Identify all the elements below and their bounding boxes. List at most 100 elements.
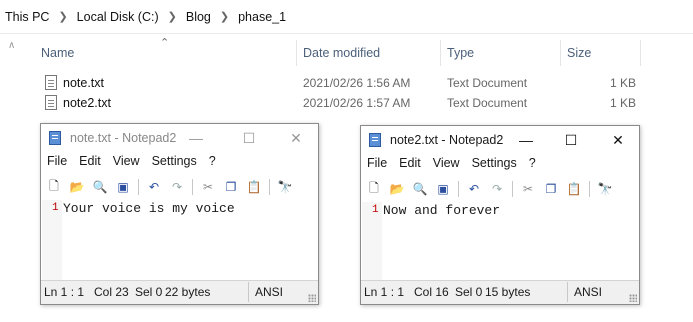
toolbar-separator [512, 181, 513, 197]
status-bar: Ln 1 : 1 Col 23 Sel 0 22 bytes ANSI [41, 280, 318, 304]
resize-grip-icon[interactable] [308, 294, 316, 302]
maximize-button[interactable]: ☐ [556, 129, 586, 151]
breadcrumb-blog[interactable]: Blog [186, 10, 211, 24]
minimize-button[interactable]: — [181, 127, 211, 149]
editor-text[interactable]: Now and forever [383, 203, 500, 218]
file-name: note2.txt [63, 96, 111, 110]
collapse-chevron-icon[interactable]: ∧ [8, 40, 15, 51]
menu-edit[interactable]: Edit [399, 156, 421, 176]
editor-area[interactable]: 1 Now and forever [362, 202, 638, 280]
menu-bar: File Edit View Settings ? [47, 154, 228, 174]
editor-area[interactable]: 1 Your voice is my voice [42, 200, 317, 280]
notepad-window-note2: note2.txt - Notepad2 — ☐ ✕ File Edit Vie… [360, 125, 640, 305]
sort-ascending-icon: ⌃ [160, 37, 170, 49]
line-number-gutter: 1 [362, 202, 382, 280]
editor-text[interactable]: Your voice is my voice [63, 201, 235, 216]
menu-file[interactable]: File [367, 156, 387, 176]
notepad-window-note: note.txt - Notepad2 — ☐ ✕ File Edit View… [40, 123, 319, 305]
menu-file[interactable]: File [47, 154, 67, 174]
new-file-icon[interactable]: 🗋 [45, 178, 63, 196]
menu-settings[interactable]: Settings [152, 154, 197, 174]
status-bar: Ln 1 : 1 Col 16 Sel 0 15 bytes ANSI [361, 280, 639, 304]
find-icon[interactable]: 🔭 [276, 178, 294, 196]
paste-icon[interactable]: 📋 [565, 180, 583, 198]
menu-help[interactable]: ? [529, 156, 536, 176]
menu-help[interactable]: ? [209, 154, 216, 174]
file-type: Text Document [447, 76, 528, 90]
copy-icon[interactable]: ❐ [542, 180, 560, 198]
toolbar-separator [589, 181, 590, 197]
open-folder-icon[interactable]: 📂 [388, 180, 406, 198]
cut-icon[interactable]: ✂ [199, 178, 217, 196]
column-size[interactable]: Size [567, 46, 591, 60]
status-divider [567, 282, 568, 302]
cut-icon[interactable]: ✂ [519, 180, 537, 198]
status-encoding[interactable]: ANSI [255, 285, 283, 299]
breadcrumb: This PC ❯ Local Disk (C:) ❯ Blog ❯ phase… [0, 0, 693, 34]
breadcrumb-local-disk[interactable]: Local Disk (C:) [77, 10, 159, 24]
line-number: 1 [372, 204, 379, 216]
line-number: 1 [52, 202, 59, 214]
close-button[interactable]: ✕ [603, 129, 633, 151]
toolbar: 🗋 📂 🔍 ▣ ↶ ↷ ✂ ❐ 📋 🔭 [45, 176, 299, 198]
status-position: Ln 1 : 1 [44, 285, 85, 299]
column-name[interactable]: Name [41, 46, 74, 60]
breadcrumb-this-pc[interactable]: This PC [5, 10, 49, 24]
menu-bar: File Edit View Settings ? [367, 156, 548, 176]
maximize-button[interactable]: ☐ [234, 127, 264, 149]
toolbar: 🗋 📂 🔍 ▣ ↶ ↷ ✂ ❐ 📋 🔭 [365, 178, 619, 200]
redo-icon[interactable]: ↷ [488, 180, 506, 198]
save-icon[interactable]: ▣ [434, 180, 452, 198]
resize-grip-icon[interactable] [629, 294, 637, 302]
undo-icon[interactable]: ↶ [145, 178, 163, 196]
column-divider[interactable] [296, 40, 297, 66]
browse-icon[interactable]: 🔍 [91, 178, 109, 196]
minimize-button[interactable]: — [511, 129, 541, 151]
save-icon[interactable]: ▣ [114, 178, 132, 196]
column-divider[interactable] [640, 40, 641, 66]
status-selection: Sel 0 [455, 285, 483, 299]
title-bar[interactable]: note.txt - Notepad2 — ☐ ✕ [41, 124, 318, 152]
menu-settings[interactable]: Settings [472, 156, 517, 176]
find-icon[interactable]: 🔭 [596, 180, 614, 198]
column-divider[interactable] [560, 40, 561, 66]
undo-icon[interactable]: ↶ [465, 180, 483, 198]
menu-view[interactable]: View [113, 154, 140, 174]
open-folder-icon[interactable]: 📂 [68, 178, 86, 196]
file-name: note.txt [63, 76, 104, 90]
window-title: note2.txt - Notepad2 [390, 133, 504, 147]
status-position: Ln 1 : 1 [364, 285, 405, 299]
file-size: 1 KB [610, 96, 637, 110]
menu-view[interactable]: View [433, 156, 460, 176]
text-file-icon [45, 95, 57, 110]
file-row[interactable]: note.txt 2021/02/26 1:56 AM Text Documen… [0, 73, 693, 93]
toolbar-separator [138, 179, 139, 195]
file-date: 2021/02/26 1:56 AM [303, 76, 411, 90]
status-bytes: 15 bytes [485, 285, 531, 299]
file-date: 2021/02/26 1:57 AM [303, 96, 411, 110]
new-file-icon[interactable]: 🗋 [365, 180, 383, 198]
column-date-modified[interactable]: Date modified [303, 46, 380, 60]
redo-icon[interactable]: ↷ [168, 178, 186, 196]
chevron-right-icon[interactable]: ❯ [58, 10, 67, 23]
chevron-right-icon[interactable]: ❯ [168, 10, 177, 23]
status-encoding[interactable]: ANSI [574, 285, 602, 299]
notepad-app-icon [369, 133, 381, 147]
close-button[interactable]: ✕ [281, 127, 311, 149]
copy-icon[interactable]: ❐ [222, 178, 240, 196]
file-size: 1 KB [610, 76, 637, 90]
line-number-gutter: 1 [42, 200, 62, 280]
window-title: note.txt - Notepad2 [70, 131, 177, 145]
file-row[interactable]: note2.txt 2021/02/26 1:57 AM Text Docume… [0, 93, 693, 113]
toolbar-separator [458, 181, 459, 197]
menu-edit[interactable]: Edit [79, 154, 101, 174]
status-column: Col 16 [414, 285, 449, 299]
breadcrumb-phase-1[interactable]: phase_1 [238, 10, 286, 24]
column-divider[interactable] [440, 40, 441, 66]
text-file-icon [45, 75, 57, 90]
browse-icon[interactable]: 🔍 [411, 180, 429, 198]
title-bar[interactable]: note2.txt - Notepad2 — ☐ ✕ [361, 126, 639, 154]
column-type[interactable]: Type [447, 46, 474, 60]
paste-icon[interactable]: 📋 [245, 178, 263, 196]
chevron-right-icon[interactable]: ❯ [220, 10, 229, 23]
